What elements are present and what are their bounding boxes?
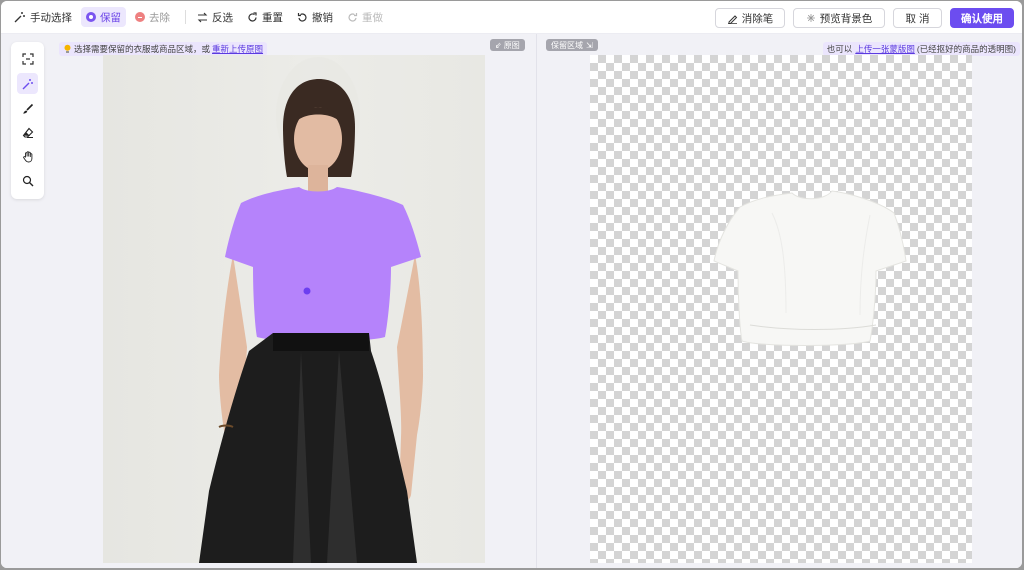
magic-wand-icon [14, 12, 25, 23]
redo-label: 重做 [362, 11, 383, 24]
invert-label: 反选 [212, 11, 233, 24]
tool-strip [11, 42, 44, 199]
top-toolbar: 手动选择 保留 去除 反选 重置 撤销 重做 消除笔 预览背景色 取 消 确认使… [1, 1, 1022, 34]
model-photo-image [199, 57, 423, 563]
confirm-button[interactable]: 确认使用 [950, 8, 1014, 28]
hand-icon [22, 150, 32, 162]
reupload-original-link[interactable]: 重新上传原图 [212, 43, 263, 55]
undo-button[interactable]: 撤销 [292, 7, 338, 27]
keep-label: 保留 [100, 11, 121, 24]
redo-icon [348, 12, 358, 22]
zoom-icon [22, 175, 33, 186]
tool-magic-wand[interactable] [17, 73, 38, 94]
tshirt-cutout-image [713, 190, 907, 346]
eraser-pen-icon [727, 14, 737, 24]
lightbulb-icon [64, 44, 71, 53]
tool-box-select[interactable] [17, 48, 38, 69]
mask-hint-pre: 也可以 [826, 44, 853, 54]
tool-zoom[interactable] [17, 170, 38, 191]
eraser-icon [22, 127, 33, 138]
cutout-preview [590, 55, 972, 563]
remove-label: 去除 [149, 11, 170, 24]
tool-eraser[interactable] [17, 122, 38, 143]
original-tag-label: 原图 [503, 40, 520, 50]
manual-select-label: 手动选择 [30, 11, 72, 24]
reset-button[interactable]: 重置 [242, 7, 288, 27]
tool-brush[interactable] [17, 98, 38, 119]
invert-button[interactable]: 反选 [192, 7, 238, 27]
manual-select-button[interactable]: 手动选择 [9, 7, 77, 27]
toolbar-divider [185, 10, 186, 24]
refresh-icon [248, 11, 257, 21]
mask-upload-hint: 也可以 上传一张蒙版图 (已经抠好的商品的透明图) [822, 42, 1020, 56]
reset-label: 重置 [262, 11, 283, 24]
brush-icon [22, 103, 33, 114]
shrink-icon: ⇙ [495, 40, 502, 50]
hint-text: 选择需要保留的衣服或商品区域，或 [74, 44, 211, 54]
upload-mask-link[interactable]: 上传一张蒙版图 [855, 43, 915, 55]
remove-button[interactable]: 去除 [130, 7, 175, 27]
redo-button[interactable]: 重做 [342, 7, 388, 27]
swap-icon [197, 12, 208, 22]
eraser-pen-label: 消除笔 [741, 12, 774, 25]
toolbar-actions: 消除笔 预览背景色 取 消 确认使用 [715, 8, 1014, 28]
mask-hint-post: (已经抠好的商品的透明图) [916, 44, 1016, 54]
preserved-tag-label: 保留区域 [551, 40, 583, 50]
keep-button[interactable]: 保留 [81, 7, 126, 27]
box-select-icon [21, 52, 34, 65]
confirm-label: 确认使用 [961, 12, 1003, 25]
original-photo[interactable] [103, 55, 485, 563]
preserved-pane: 保留区域 ⇲ 也可以 上传一张蒙版图 (已经抠好的商品的透明图) [536, 34, 1022, 568]
undo-label: 撤销 [312, 11, 333, 24]
original-pane: 选择需要保留的衣服或商品区域，或 重新上传原图 ⇙ 原图 [1, 34, 535, 568]
undo-icon [297, 12, 307, 22]
magic-wand-icon [22, 78, 33, 89]
preserved-tag: 保留区域 ⇲ [546, 39, 598, 51]
keep-dot-icon [86, 12, 96, 22]
cancel-button[interactable]: 取 消 [893, 8, 942, 28]
preview-bg-button[interactable]: 预览背景色 [793, 8, 885, 28]
tool-hand[interactable] [17, 146, 38, 167]
preview-bg-label: 预览背景色 [819, 12, 873, 25]
app-window: 手动选择 保留 去除 反选 重置 撤销 重做 消除笔 预览背景色 取 消 确认使… [1, 1, 1022, 568]
sparkle-icon [806, 14, 815, 22]
expand-icon: ⇲ [586, 40, 593, 50]
eraser-pen-button[interactable]: 消除笔 [715, 8, 785, 28]
original-tag: ⇙ 原图 [490, 39, 525, 51]
remove-dot-icon [135, 12, 145, 22]
workspace: 选择需要保留的衣服或商品区域，或 重新上传原图 ⇙ 原图 保留区域 ⇲ 也可以 … [1, 34, 1022, 568]
cancel-label: 取 消 [905, 12, 930, 25]
selection-hint: 选择需要保留的衣服或商品区域，或 重新上传原图 [59, 42, 268, 56]
